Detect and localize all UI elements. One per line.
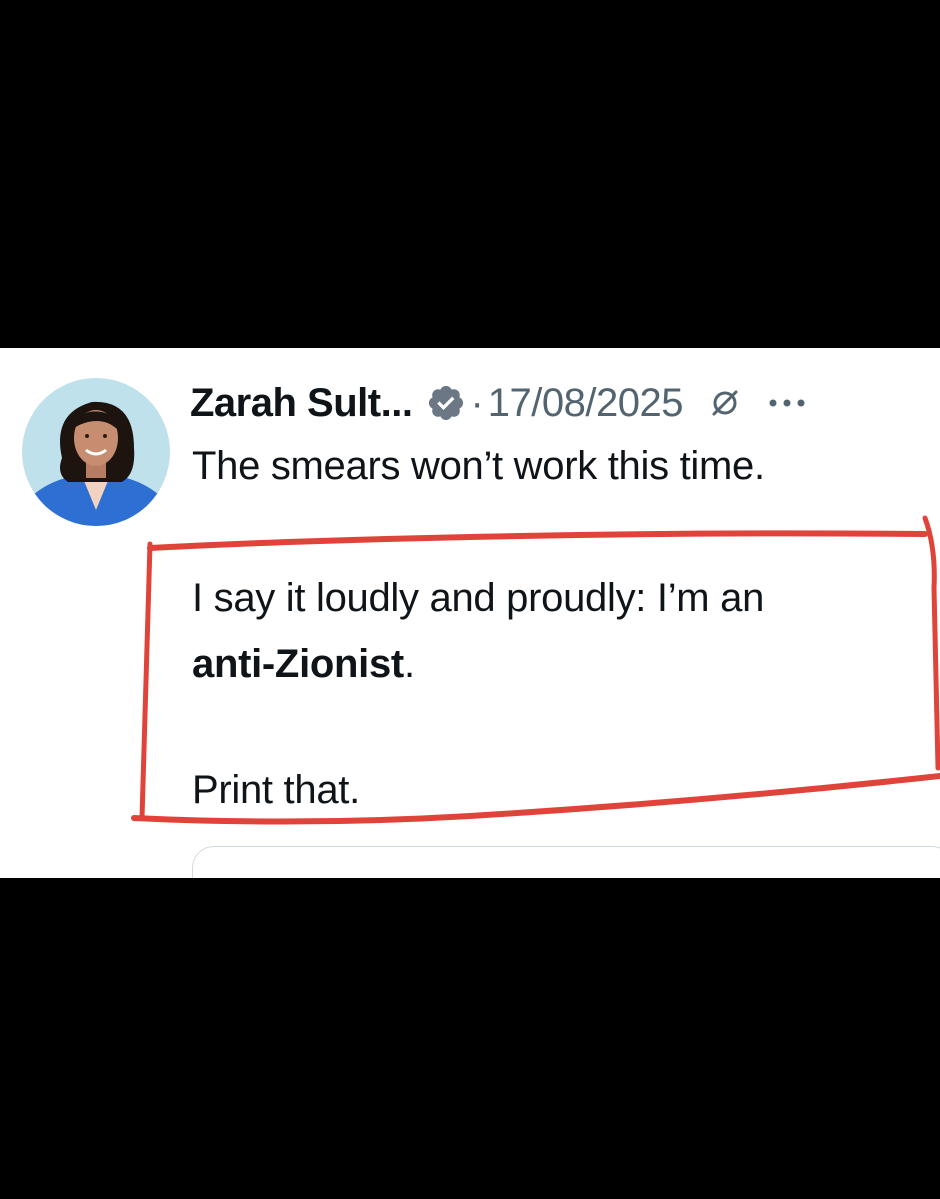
edit-history-icon[interactable]	[709, 387, 741, 419]
avatar[interactable]	[22, 378, 170, 526]
tweet-header: Zarah Sult... · 17/08/2025	[190, 378, 807, 428]
bold-term: anti-Zionist	[192, 642, 404, 686]
post-date[interactable]: 17/08/2025	[488, 381, 684, 426]
verified-badge-icon[interactable]	[426, 383, 466, 423]
tweet-text-line: Print that.	[192, 768, 360, 812]
more-options-icon[interactable]	[767, 397, 807, 409]
avatar-photo	[22, 378, 170, 526]
punctuation: .	[403, 642, 415, 686]
tweet-card[interactable]: Zarah Sult... · 17/08/2025 The smears wo…	[0, 348, 940, 878]
embedded-card[interactable]	[192, 846, 940, 878]
tweet-text-line: I say it loudly and proudly: I’m an	[192, 576, 765, 620]
separator-dot: ·	[470, 380, 484, 425]
tweet-text-line: The smears won’t work this time.	[192, 444, 765, 488]
author-name[interactable]: Zarah Sult...	[190, 381, 413, 426]
tweet-text-line: anti-Zionist.	[192, 642, 415, 687]
